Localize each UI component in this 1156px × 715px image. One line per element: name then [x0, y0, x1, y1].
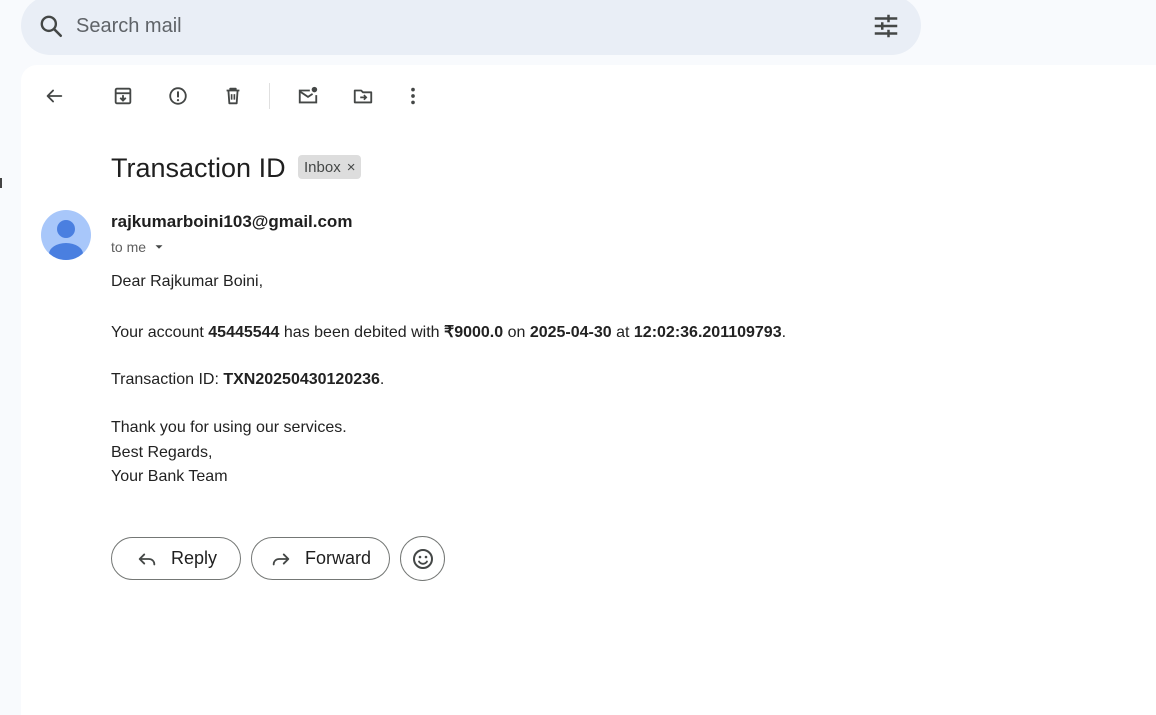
- text: on: [503, 324, 530, 341]
- archive-icon: [114, 87, 132, 105]
- text: has been debited with: [279, 324, 445, 341]
- person-icon: [49, 220, 83, 260]
- more-options-button[interactable]: [395, 78, 431, 114]
- search-icon[interactable]: [38, 13, 64, 39]
- regards-text: Best Regards,: [111, 444, 213, 461]
- report-spam-button[interactable]: [160, 78, 196, 114]
- label-text: Inbox: [304, 158, 341, 176]
- date: 2025-04-30: [529, 324, 612, 341]
- delete-button[interactable]: [215, 78, 251, 114]
- archive-button[interactable]: [105, 78, 141, 114]
- forward-icon: [272, 553, 290, 565]
- thanks-text: Thank you for using our services.: [111, 419, 347, 436]
- sender-email[interactable]: rajkumarboini103@gmail.com: [111, 212, 352, 232]
- forward-button[interactable]: Forward: [251, 537, 390, 580]
- transaction-id: TXN20250430120236: [223, 371, 380, 388]
- text: .: [781, 324, 787, 341]
- amount: ₹9000.0: [444, 324, 504, 341]
- reply-icon: [138, 553, 156, 565]
- sender-avatar[interactable]: [41, 210, 91, 260]
- trash-icon: [226, 87, 240, 105]
- text: Your account: [111, 324, 209, 341]
- account-number: 45445544: [208, 324, 280, 341]
- inbox-label-chip[interactable]: Inbox ×: [298, 155, 362, 179]
- smiley-icon: [412, 548, 433, 569]
- move-to-folder-icon: [353, 89, 373, 104]
- show-details-icon[interactable]: [152, 240, 166, 254]
- debit-line: Your account 45445544 has been debited w…: [111, 322, 786, 342]
- text: at: [611, 324, 634, 341]
- greeting-text: Dear Rajkumar Boini,: [111, 273, 264, 290]
- remove-label-icon[interactable]: ×: [347, 159, 356, 176]
- reply-button[interactable]: Reply: [111, 537, 241, 580]
- emoji-reaction-button[interactable]: [400, 536, 445, 581]
- search-input[interactable]: [76, 14, 776, 38]
- forward-label: Forward: [305, 548, 372, 568]
- mark-unread-icon: [298, 86, 318, 104]
- message-panel: Transaction ID Inbox × rajkumarboini103@…: [21, 65, 1156, 715]
- move-to-button[interactable]: [345, 78, 381, 114]
- text: .: [379, 371, 385, 388]
- arrow-back-icon: [46, 89, 63, 103]
- search-bar[interactable]: [21, 0, 921, 55]
- toolbar-divider: [269, 83, 270, 109]
- recipient-text: to me: [111, 239, 147, 255]
- mark-unread-button[interactable]: [290, 78, 326, 114]
- text: Transaction ID:: [111, 371, 224, 388]
- email-subject: Transaction ID: [111, 153, 286, 183]
- time: 12:02:36.201109793: [633, 324, 782, 341]
- transaction-line: Transaction ID: TXN20250430120236.: [111, 371, 384, 389]
- search-options-icon[interactable]: [871, 11, 901, 41]
- reply-label: Reply: [171, 548, 218, 568]
- signature-text: Your Bank Team: [111, 468, 228, 485]
- more-vert-icon: [411, 87, 415, 105]
- recipient-line: to me: [111, 239, 166, 255]
- back-button[interactable]: [36, 78, 72, 114]
- report-spam-icon: [169, 87, 187, 105]
- edge-mark: [0, 178, 2, 188]
